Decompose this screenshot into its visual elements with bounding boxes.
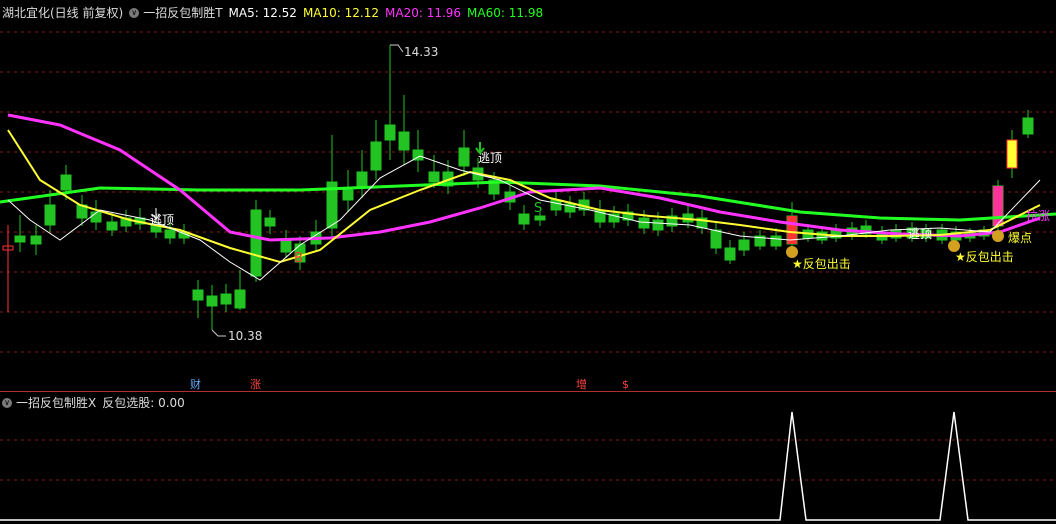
candle <box>250 200 262 282</box>
candle-body <box>428 171 440 183</box>
event-marker-increase: 增 <box>576 377 587 391</box>
candle-body <box>738 239 750 251</box>
signal-candle <box>1006 139 1018 169</box>
candle-body <box>206 295 218 307</box>
event-marker-dividend: $ <box>622 378 629 391</box>
money-bag-icon <box>992 230 1004 242</box>
rebound-select-line <box>0 411 1056 521</box>
candle-body <box>44 204 56 226</box>
candle-body <box>280 239 292 253</box>
candle <box>310 220 322 252</box>
candle <box>398 95 410 165</box>
candle <box>710 222 722 254</box>
candle-body <box>638 217 650 229</box>
ma10-line <box>7 129 1041 264</box>
candle-body <box>518 213 530 225</box>
sell-marker: S <box>534 201 542 216</box>
candle <box>622 204 634 226</box>
candle <box>830 224 842 242</box>
burst-label: 爆点 <box>1008 231 1032 245</box>
kline-chart[interactable]: 14.3310.38逃顶逃顶逃顶BS★反包出击 ★反包出击爆点拉涨财涨增 $ <box>0 0 1056 524</box>
candle <box>458 130 470 176</box>
escape-top-label: 逃顶 <box>908 227 932 241</box>
candle-body <box>384 124 396 141</box>
candle-body <box>14 235 26 243</box>
candle-body <box>534 215 546 221</box>
candle-body <box>770 235 782 247</box>
escape-top-label: 逃顶 <box>478 151 502 165</box>
candle <box>754 230 766 250</box>
event-marker-finance: 财 <box>190 377 201 391</box>
event-marker-limit-up: 涨 <box>250 378 261 391</box>
candle <box>14 215 26 252</box>
candle <box>666 208 678 232</box>
candle-body <box>60 174 72 191</box>
candle-body <box>1022 117 1034 135</box>
candle-body <box>192 289 204 301</box>
escape-top-label: 逃顶 <box>150 213 174 227</box>
buy-marker: B <box>294 251 303 266</box>
candle <box>518 205 530 230</box>
candle <box>370 120 382 180</box>
candle-body <box>264 217 276 227</box>
candle-body <box>164 229 176 239</box>
candle <box>90 200 102 230</box>
candle-body <box>370 141 382 171</box>
candle-body <box>550 199 562 211</box>
low-pointer <box>211 329 226 337</box>
candle-body <box>234 289 246 309</box>
candle <box>696 210 708 234</box>
candle <box>412 130 424 172</box>
candle <box>220 284 232 312</box>
candle <box>326 135 338 236</box>
candle <box>1022 110 1034 138</box>
candle-body <box>652 219 664 231</box>
low-price-label: 10.38 <box>228 329 262 343</box>
candle <box>192 280 204 318</box>
candle-body <box>342 189 354 201</box>
candle <box>594 200 606 228</box>
candle <box>30 225 42 255</box>
high-price-label: 14.33 <box>404 45 438 59</box>
candle <box>356 150 368 198</box>
candle <box>264 210 276 234</box>
candle-body <box>458 147 470 167</box>
candle-body <box>724 247 736 261</box>
candle <box>384 45 396 160</box>
candle-body <box>220 293 232 305</box>
candle-body <box>250 209 262 277</box>
candle <box>120 210 132 232</box>
candle <box>342 170 354 212</box>
candle-body <box>816 231 828 241</box>
rebound-signal-label: ★反包出击 <box>955 250 1014 264</box>
candle <box>234 270 246 310</box>
candle <box>578 192 590 216</box>
rebound-signal-label: ★反包出击 <box>792 257 851 271</box>
candle-body <box>106 221 118 231</box>
candle-body <box>710 229 722 249</box>
candle-body <box>30 235 42 245</box>
candle-body <box>398 131 410 151</box>
high-pointer <box>390 44 404 53</box>
pull-up-label: 拉涨 <box>1026 208 1050 223</box>
candle <box>724 240 736 264</box>
candle-body <box>356 171 368 189</box>
candle <box>2 225 14 312</box>
candle <box>206 285 218 330</box>
